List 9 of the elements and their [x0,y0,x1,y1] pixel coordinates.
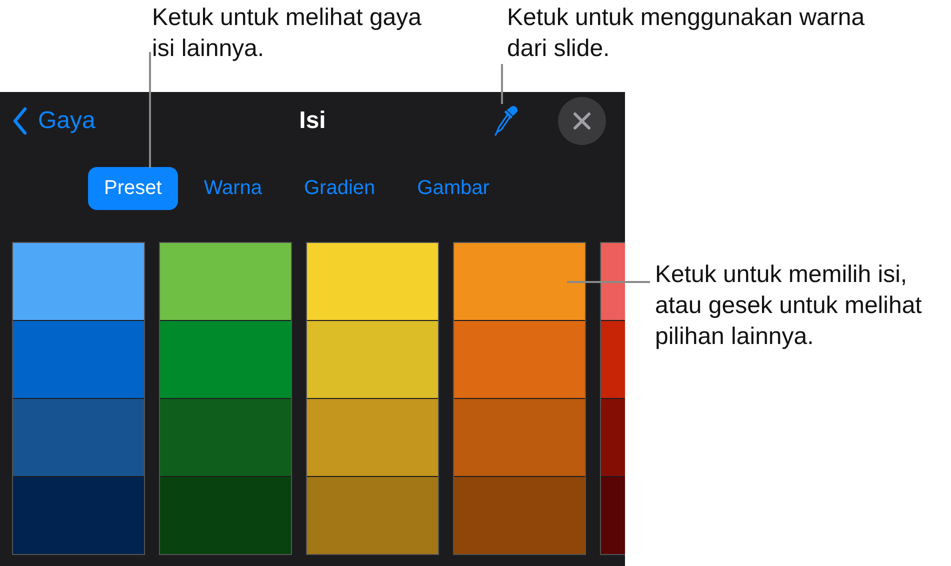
tab[interactable]: Gradien [288,167,392,210]
back-button[interactable]: Gaya [12,107,96,135]
callout-text: Ketuk untuk menggunakan warna dari slide. [507,3,866,64]
tab[interactable]: Preset [88,167,178,210]
tab[interactable]: Gambar [401,167,506,210]
callout-text: Ketuk untuk memilih isi, atau gesek untuk melihat pilihan lainnya. [655,260,923,352]
callout-text: Ketuk untuk melihat gaya isi lainnya. [152,3,422,64]
tab[interactable]: Warna [188,167,278,210]
panel-title: Isi [299,107,326,135]
